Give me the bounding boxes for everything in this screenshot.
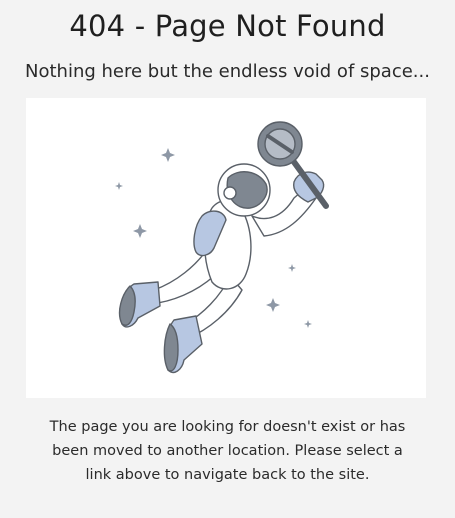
- not-found-page: 404 - Page Not Found Nothing here but th…: [0, 0, 455, 518]
- star-icon: [161, 148, 175, 162]
- not-found-message: The page you are looking for doesn't exi…: [49, 419, 406, 483]
- page-title: 404 - Page Not Found: [69, 9, 386, 43]
- astronaut-icon: [115, 121, 329, 374]
- star-icon: [288, 264, 296, 272]
- astronaut-illustration: [26, 98, 426, 398]
- star-icon: [133, 224, 147, 238]
- star-icon: [304, 320, 312, 328]
- star-icon: [266, 298, 280, 312]
- star-icon: [115, 182, 123, 190]
- page-subtitle: Nothing here but the endless void of spa…: [25, 61, 430, 82]
